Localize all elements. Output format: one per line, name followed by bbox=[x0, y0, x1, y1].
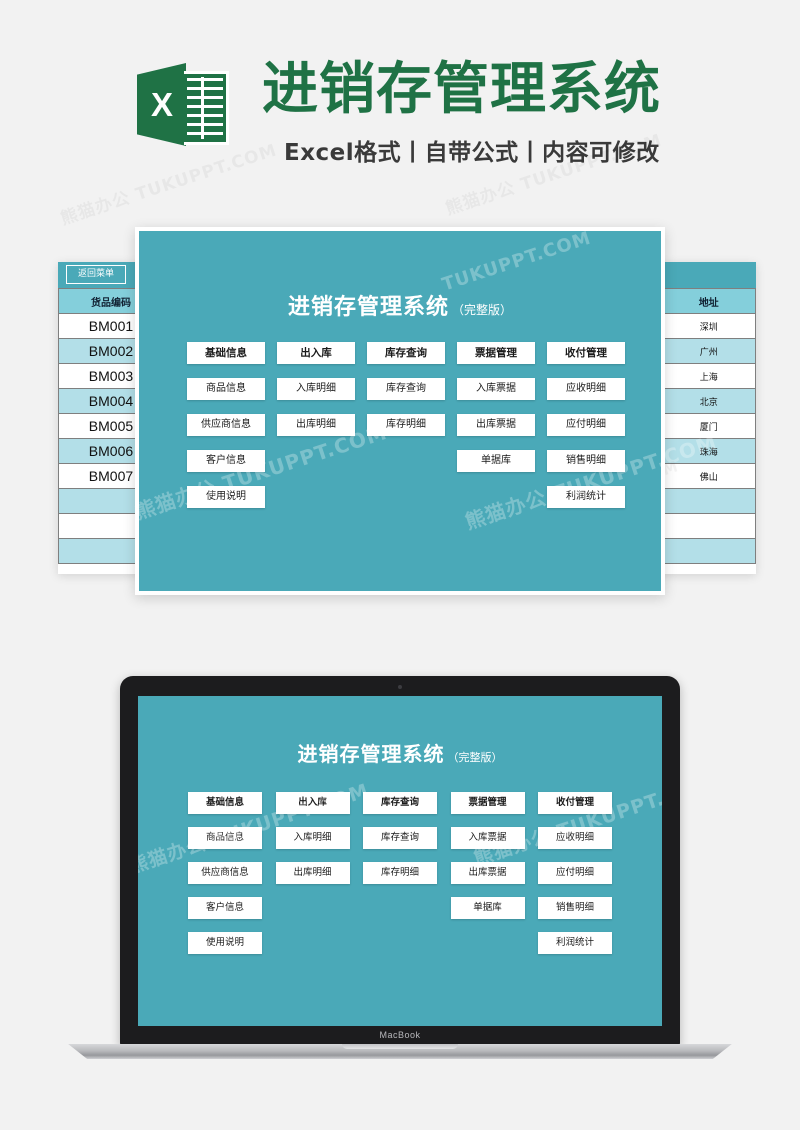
screen-column-voucher: 票据管理 入库票据 出库票据 单据库 bbox=[450, 792, 525, 967]
menu-header-stock-query[interactable]: 库存查询 bbox=[367, 342, 445, 364]
cell-address: 上海 bbox=[661, 363, 756, 389]
menu-item-instructions[interactable]: 使用说明 bbox=[187, 486, 265, 508]
menu-item-product-info[interactable]: 商品信息 bbox=[187, 378, 265, 400]
menu-header-payment[interactable]: 收付管理 bbox=[547, 342, 625, 364]
menu-item-voucher-library[interactable]: 单据库 bbox=[457, 450, 535, 472]
macbook-mockup: 进销存管理系统 （完整版） 基础信息 商品信息 供应商信息 客户信息 使用说明 出… bbox=[68, 676, 732, 1059]
panel-title: 进销存管理系统 bbox=[287, 295, 449, 320]
excel-logo-grid bbox=[184, 74, 226, 142]
menu-item-outbound-voucher[interactable]: 出库票据 bbox=[457, 414, 535, 436]
screen-menu-item-outbound-voucher[interactable]: 出库票据 bbox=[450, 862, 525, 884]
screen-menu-item-payable-detail[interactable]: 应付明细 bbox=[538, 862, 612, 884]
cell-address: 北京 bbox=[661, 388, 756, 414]
screen-menu-item-outbound-detail[interactable]: 出库明细 bbox=[275, 862, 350, 884]
menu-item-payable-detail[interactable]: 应付明细 bbox=[547, 414, 625, 436]
main-menu-panel: 进销存管理系统 （完整版） 基础信息 商品信息 供应商信息 客户信息 使用说明 出… bbox=[132, 227, 720, 595]
menu-header-inout-stock[interactable]: 出入库 bbox=[277, 342, 355, 364]
screen-menu-item-voucher-library[interactable]: 单据库 bbox=[450, 897, 525, 919]
column-header: 地址 bbox=[661, 288, 756, 314]
menu-spacer bbox=[277, 486, 355, 508]
return-to-menu-button[interactable]: 返回菜单 bbox=[66, 265, 126, 284]
macbook-brand-label: MacBook bbox=[379, 1030, 421, 1040]
macbook-hinge-notch bbox=[342, 1044, 458, 1049]
panel-title-wrap: 进销存管理系统 （完整版） bbox=[139, 289, 661, 321]
page-title: 进销存管理系统 bbox=[262, 57, 661, 122]
menu-column-voucher: 票据管理 入库票据 出库票据 单据库 bbox=[457, 342, 535, 522]
screen-column-inout-stock: 出入库 入库明细 出库明细 bbox=[275, 792, 350, 967]
cell-empty bbox=[661, 538, 756, 564]
screen-menu-header-voucher[interactable]: 票据管理 bbox=[450, 792, 525, 814]
cell-empty bbox=[661, 513, 756, 539]
screen-menu-grid: 基础信息 商品信息 供应商信息 客户信息 使用说明 出入库 入库明细 出库明细 bbox=[188, 792, 612, 967]
menu-button-grid: 基础信息 商品信息 供应商信息 客户信息 使用说明 出入库 入库明细 出库明细 … bbox=[187, 342, 625, 522]
screen-menu-item-inbound-detail[interactable]: 入库明细 bbox=[275, 827, 350, 849]
menu-column-basic-info: 基础信息 商品信息 供应商信息 客户信息 使用说明 bbox=[187, 342, 265, 522]
screen-title-wrap: 进销存管理系统 （完整版） bbox=[138, 738, 662, 767]
menu-header-voucher[interactable]: 票据管理 bbox=[457, 342, 535, 364]
cell-address: 佛山 bbox=[661, 463, 756, 489]
menu-item-profit-stats[interactable]: 利润统计 bbox=[547, 486, 625, 508]
menu-spacer bbox=[457, 486, 535, 508]
screen-menu-spacer bbox=[451, 932, 525, 954]
menu-item-stock-query[interactable]: 库存查询 bbox=[367, 378, 445, 400]
menu-item-stock-detail[interactable]: 库存明细 bbox=[367, 414, 445, 436]
menu-item-supplier-info[interactable]: 供应商信息 bbox=[187, 414, 265, 436]
excel-logo-letter: X bbox=[150, 86, 173, 123]
menu-item-outbound-detail[interactable]: 出库明细 bbox=[277, 414, 355, 436]
screen-menu-item-receivable-detail[interactable]: 应收明细 bbox=[538, 827, 612, 849]
screen-menu-spacer bbox=[363, 932, 437, 954]
menu-column-inout-stock: 出入库 入库明细 出库明细 bbox=[277, 342, 355, 522]
screen-column-payment: 收付管理 应收明细 应付明细 销售明细 利润统计 bbox=[538, 792, 612, 967]
screen-menu-spacer bbox=[363, 897, 437, 919]
menu-spacer bbox=[367, 450, 445, 472]
screen-title: 进销存管理系统 bbox=[297, 742, 445, 766]
screen-menu-header-basic-info[interactable]: 基础信息 bbox=[188, 792, 262, 814]
macbook-screen[interactable]: 进销存管理系统 （完整版） 基础信息 商品信息 供应商信息 客户信息 使用说明 出… bbox=[138, 696, 662, 1026]
menu-item-customer-info[interactable]: 客户信息 bbox=[187, 450, 265, 472]
screen-column-stock-query: 库存查询 库存查询 库存明细 bbox=[363, 792, 437, 967]
screen-menu-item-stock-detail[interactable]: 库存明细 bbox=[363, 862, 437, 884]
menu-item-receivable-detail[interactable]: 应收明细 bbox=[547, 378, 625, 400]
screen-menu-item-supplier-info[interactable]: 供应商信息 bbox=[188, 862, 262, 884]
cell-address: 珠海 bbox=[661, 438, 756, 464]
screen-menu-item-product-info[interactable]: 商品信息 bbox=[188, 827, 262, 849]
panel-title-suffix: （完整版） bbox=[452, 303, 513, 317]
camera-dot-icon bbox=[398, 685, 402, 689]
cell-empty bbox=[661, 488, 756, 514]
page-root: X 进销存管理系统 Excel格式丨自带公式丨内容可修改 熊猫办公 TUKUPP… bbox=[0, 0, 800, 1130]
cell-address: 深圳 bbox=[661, 313, 756, 339]
menu-item-inbound-detail[interactable]: 入库明细 bbox=[277, 378, 355, 400]
header-banner: X 进销存管理系统 Excel格式丨自带公式丨内容可修改 熊猫办公 TUKUPP… bbox=[0, 0, 800, 229]
screen-menu-item-inbound-voucher[interactable]: 入库票据 bbox=[450, 827, 525, 849]
screen-menu-item-profit-stats[interactable]: 利润统计 bbox=[538, 932, 612, 954]
excel-logo-icon: X bbox=[137, 57, 229, 152]
menu-spacer bbox=[277, 450, 355, 472]
menu-column-stock-query: 库存查询 库存查询 库存明细 bbox=[367, 342, 445, 522]
screen-menu-item-customer-info[interactable]: 客户信息 bbox=[188, 897, 262, 919]
menu-spacer bbox=[367, 486, 445, 508]
screen-column-basic-info: 基础信息 商品信息 供应商信息 客户信息 使用说明 bbox=[188, 792, 262, 967]
watermark-panel-top: TUKUPPT.COM bbox=[439, 227, 594, 296]
screen-menu-header-inout-stock[interactable]: 出入库 bbox=[275, 792, 350, 814]
screen-menu-header-payment[interactable]: 收付管理 bbox=[538, 792, 612, 814]
screen-title-suffix: （完整版） bbox=[447, 751, 503, 764]
page-subtitle: Excel格式丨自带公式丨内容可修改 bbox=[284, 140, 660, 166]
screen-menu-spacer bbox=[276, 932, 350, 954]
screen-menu-item-stock-query[interactable]: 库存查询 bbox=[363, 827, 437, 849]
screen-menu-item-sales-detail[interactable]: 销售明细 bbox=[538, 897, 612, 919]
screen-menu-spacer bbox=[276, 897, 350, 919]
cell-address: 广州 bbox=[661, 338, 756, 364]
excel-logo-sheet-icon bbox=[184, 71, 229, 145]
menu-item-sales-detail[interactable]: 销售明细 bbox=[547, 450, 625, 472]
screen-menu-item-instructions[interactable]: 使用说明 bbox=[188, 932, 262, 954]
menu-column-payment: 收付管理 应收明细 应付明细 销售明细 利润统计 bbox=[547, 342, 625, 522]
cell-address: 厦门 bbox=[661, 413, 756, 439]
menu-header-basic-info[interactable]: 基础信息 bbox=[187, 342, 265, 364]
menu-item-inbound-voucher[interactable]: 入库票据 bbox=[457, 378, 535, 400]
macbook-lid: 进销存管理系统 （完整版） 基础信息 商品信息 供应商信息 客户信息 使用说明 出… bbox=[120, 676, 680, 1046]
screen-menu-header-stock-query[interactable]: 库存查询 bbox=[363, 792, 437, 814]
